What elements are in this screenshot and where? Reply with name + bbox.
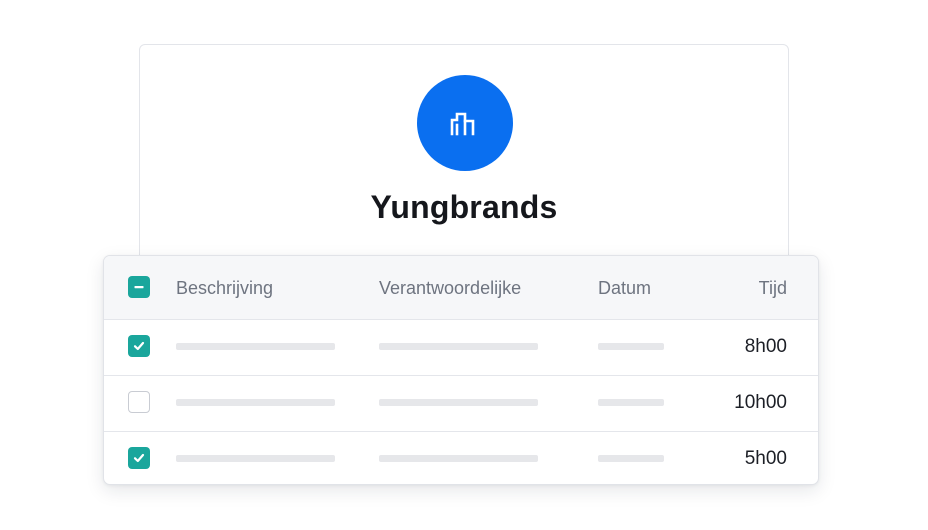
checkmark-icon: [133, 341, 145, 351]
date-placeholder: [598, 343, 664, 350]
row-checkbox[interactable]: [128, 447, 150, 469]
table-row[interactable]: 5h00: [104, 431, 818, 484]
responsible-placeholder: [379, 455, 538, 462]
minus-icon: [134, 286, 144, 289]
table-row[interactable]: 8h00: [104, 319, 818, 376]
responsible-placeholder: [379, 399, 538, 406]
table-header: Beschrijving Verantwoordelijke Datum Tij…: [104, 256, 818, 320]
buildings-icon: [450, 112, 475, 136]
time-entries-table: Beschrijving Verantwoordelijke Datum Tij…: [103, 255, 819, 485]
column-header-description[interactable]: Beschrijving: [176, 278, 273, 299]
table-row[interactable]: 10h00: [104, 375, 818, 432]
company-avatar: [417, 75, 513, 171]
company-name: Yungbrands: [370, 189, 558, 225]
company-card: Yungbrands: [139, 44, 789, 284]
time-value: 10h00: [734, 392, 787, 413]
description-placeholder: [176, 343, 335, 350]
checkmark-icon: [133, 453, 145, 463]
date-placeholder: [598, 399, 664, 406]
description-placeholder: [176, 399, 335, 406]
time-value: 5h00: [744, 448, 787, 469]
date-placeholder: [598, 455, 664, 462]
description-placeholder: [176, 455, 335, 462]
row-checkbox[interactable]: [128, 335, 150, 357]
column-header-date[interactable]: Datum: [598, 278, 651, 299]
select-all-checkbox[interactable]: [128, 276, 150, 298]
column-header-time[interactable]: Tijd: [759, 278, 787, 299]
time-value: 8h00: [744, 336, 787, 357]
responsible-placeholder: [379, 343, 538, 350]
column-header-responsible[interactable]: Verantwoordelijke: [379, 278, 521, 299]
row-checkbox[interactable]: [128, 391, 150, 413]
